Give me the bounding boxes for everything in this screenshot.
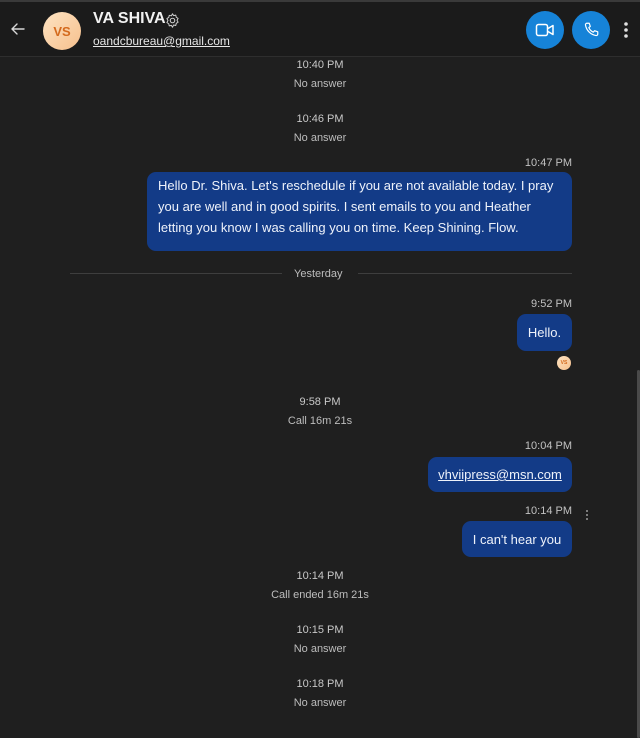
- message-bubble[interactable]: I can't hear you: [462, 521, 572, 557]
- phone-icon: [584, 22, 599, 37]
- contact-name[interactable]: VA SHIVA: [93, 10, 166, 28]
- message-bubble[interactable]: Hello.: [517, 314, 572, 351]
- message-text: Hello.: [527, 325, 562, 340]
- message-time: 9:52 PM: [531, 298, 572, 310]
- more-vertical-icon[interactable]: [619, 18, 633, 42]
- message-time: 10:04 PM: [524, 440, 572, 452]
- read-receipt-avatar: VS: [557, 356, 571, 370]
- email-link[interactable]: vhviipress@msn.com: [438, 464, 562, 485]
- read-receipt-initials: VS: [560, 360, 568, 366]
- message-time: 10:14 PM: [524, 505, 572, 517]
- message-text: I can't hear you: [472, 531, 562, 547]
- event-time: 10:46 PM: [296, 113, 344, 125]
- avatar[interactable]: VS: [43, 12, 81, 50]
- call-event: 10:14 PM Call ended 16m 21s: [0, 570, 640, 601]
- message-text: Hello Dr. Shiva. Let's reschedule if you…: [158, 178, 554, 235]
- divider-line-right: [358, 273, 572, 274]
- arrow-left-icon[interactable]: [9, 20, 27, 38]
- event-status: No answer: [293, 643, 347, 655]
- divider-line-left: [70, 273, 282, 274]
- message-time: 10:47 PM: [524, 157, 572, 169]
- audio-call-button[interactable]: [572, 11, 610, 49]
- message-bubble[interactable]: Hello Dr. Shiva. Let's reschedule if you…: [147, 172, 572, 251]
- call-event: 10:15 PM No answer: [0, 624, 640, 655]
- event-status: No answer: [293, 132, 347, 144]
- video-camera-icon: [535, 23, 554, 37]
- event-status: Call ended 16m 21s: [271, 589, 369, 601]
- contact-email-link[interactable]: oandcbureau@gmail.com: [93, 34, 230, 48]
- call-event: 10:18 PM No answer: [0, 678, 640, 709]
- event-time: 9:58 PM: [299, 396, 341, 408]
- call-event: 10:40 PM No answer: [0, 59, 640, 90]
- event-time: 10:15 PM: [296, 624, 344, 636]
- day-divider-label: Yesterday: [294, 268, 343, 280]
- event-time: 10:14 PM: [296, 570, 344, 582]
- message-options-icon[interactable]: [584, 508, 590, 522]
- event-time: 10:40 PM: [296, 59, 344, 71]
- call-event: 9:58 PM Call 16m 21s: [0, 396, 640, 427]
- event-status: No answer: [293, 78, 347, 90]
- call-event: 10:46 PM No answer: [0, 113, 640, 144]
- message-bubble[interactable]: vhviipress@msn.com: [428, 457, 572, 492]
- video-call-button[interactable]: [526, 11, 564, 49]
- event-status: No answer: [293, 697, 347, 709]
- gear-icon[interactable]: [164, 12, 181, 29]
- chat-header: VS VA SHIVA oandcbureau@gmail.com: [0, 2, 640, 57]
- event-status: Call 16m 21s: [287, 415, 353, 427]
- avatar-initials: VS: [53, 23, 71, 39]
- event-time: 10:18 PM: [296, 678, 344, 690]
